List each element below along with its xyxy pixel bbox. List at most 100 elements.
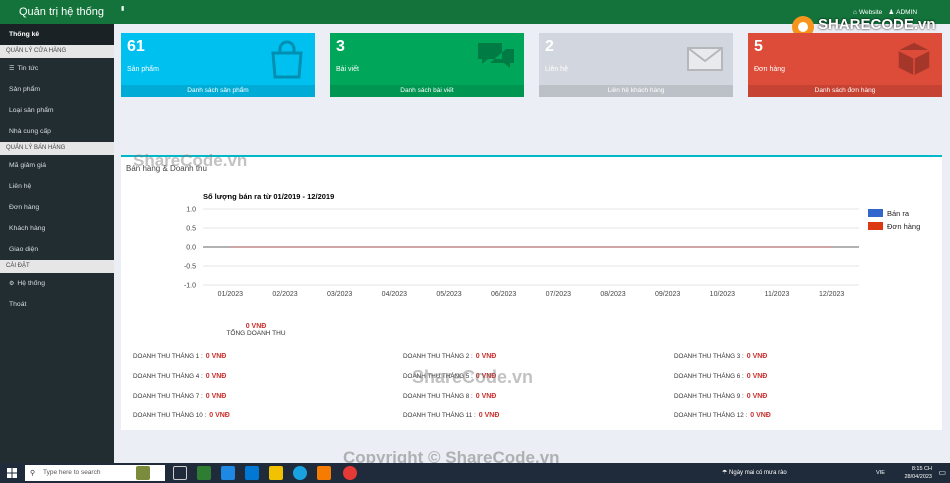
monthly-revenue-row: DOANH THU THÁNG 7 :0 VNĐ (133, 393, 226, 400)
stat-box-orders: 5 Đơn hàng Danh sách đơn hàng (748, 33, 942, 97)
stat-number: 3 (336, 38, 345, 55)
file-explorer-icon[interactable] (269, 466, 283, 480)
sidebar-item-customers[interactable]: Khách hàng (0, 218, 114, 239)
gear-icon: ⚙ (9, 281, 15, 287)
logo-text: SHARECODE.vn (818, 16, 936, 33)
monthly-revenue-label: DOANH THU THÁNG 8 : (403, 393, 473, 400)
orders-list-link[interactable]: Danh sách đơn hàng (748, 85, 942, 97)
shopping-bag-icon (271, 40, 303, 79)
monthly-revenue-label: DOANH THU THÁNG 3 : (674, 353, 744, 360)
products-list-link[interactable]: Danh sách sản phẩm (121, 85, 315, 97)
windows-start-icon[interactable] (7, 468, 17, 478)
sidebar-item-system[interactable]: ⚙ Hệ thống (0, 273, 114, 294)
legend-swatch (868, 222, 883, 230)
sidebar-item-categories[interactable]: Loại sản phẩm (0, 100, 114, 121)
windows-taskbar: Type here to search ⚲ ☂ Ngày mai có mưa … (0, 463, 950, 483)
sidebar-item-suppliers[interactable]: Nhà cung cấp (0, 121, 114, 142)
x-tick-label: 06/2023 (491, 291, 516, 298)
monthly-revenue-label: DOANH THU THÁNG 2 : (403, 353, 473, 360)
sidebar-section-store: QUẢN LÝ CỬA HÀNG (0, 45, 114, 58)
monthly-revenue-row: DOANH THU THÁNG 2 :0 VNĐ (403, 353, 496, 360)
sidebar-item-coupons[interactable]: Mã giảm giá (0, 155, 114, 176)
monthly-revenue-row: DOANH THU THÁNG 6 :0 VNĐ (674, 373, 767, 380)
sidebar-section-sales: QUẢN LÝ BÁN HÀNG (0, 142, 114, 155)
monthly-revenue-label: DOANH THU THÁNG 12 : (674, 412, 748, 419)
monthly-revenue-value: 0 VNĐ (209, 412, 230, 419)
chart-title: Số lượng bán ra từ 01/2019 - 12/2019 (203, 192, 334, 201)
posts-list-link[interactable]: Danh sách bài viết (330, 85, 524, 97)
monthly-revenue-value: 0 VNĐ (746, 393, 768, 400)
sidebar-item-dashboard[interactable]: Thống kê (0, 24, 114, 45)
app-icon[interactable] (136, 466, 150, 480)
monthly-revenue-value: 0 VNĐ (205, 393, 227, 400)
list-icon: ☰ (9, 66, 15, 72)
sidebar-item-orders[interactable]: Đơn hàng (0, 197, 114, 218)
monthly-revenue-value: 0 VNĐ (475, 353, 497, 360)
x-tick-label: 01/2023 (218, 291, 243, 298)
monthly-revenue-row: DOANH THU THÁNG 8 :0 VNĐ (403, 393, 496, 400)
monthly-revenue-value: 0 VNĐ (746, 353, 768, 360)
monthly-revenue-row: DOANH THU THÁNG 12 :0 VNĐ (674, 412, 771, 419)
x-tick-label: 11/2023 (765, 291, 790, 298)
clock-time: 8:15 CH (911, 466, 932, 472)
app-icon[interactable] (221, 466, 235, 480)
revenue-total-amount: 0 VNĐ (245, 323, 267, 330)
monthly-revenue-value: 0 VNĐ (746, 373, 768, 380)
watermark: ShareCode.vn (412, 367, 534, 387)
monthly-revenue-value: 0 VNĐ (750, 412, 771, 419)
sidebar-section-settings: CÀI ĐẶT (0, 260, 114, 273)
envelope-icon (687, 47, 723, 71)
x-tick-label: 05/2023 (436, 291, 461, 298)
edge-icon[interactable] (293, 466, 307, 480)
watermark: ShareCode.vn (133, 151, 248, 170)
comments-icon (478, 43, 514, 68)
stat-box-products: 61 Sản phẩm Danh sách sản phẩm (121, 33, 315, 97)
weather-widget[interactable]: ☂ Ngày mai có mưa rào (722, 469, 787, 476)
monthly-revenue-row: DOANH THU THÁNG 4 :0 VNĐ (133, 373, 226, 380)
monthly-revenue-label: DOANH THU THÁNG 10 : (133, 412, 207, 419)
x-tick-label: 08/2023 (600, 291, 625, 298)
monthly-revenue-label: DOANH THU THÁNG 11 : (403, 412, 476, 419)
monthly-revenue-value: 0 VNĐ (205, 373, 227, 380)
x-tick-label: 03/2023 (327, 291, 352, 298)
monthly-revenue-value: 0 VNĐ (205, 353, 227, 360)
brand-title[interactable]: Quản trị hệ thống (0, 0, 114, 24)
stat-box-posts: 3 Bài viết Danh sách bài viết (330, 33, 524, 97)
legend-label: Đơn hàng (887, 222, 920, 231)
monthly-revenue-value: 0 VNĐ (475, 393, 497, 400)
stat-box-contacts: 2 Liên hệ Liên hệ khách hàng (539, 33, 733, 97)
app-icon[interactable] (197, 466, 211, 480)
x-tick-label: 04/2023 (382, 291, 407, 298)
monthly-revenue-label: DOANH THU THÁNG 7 : (133, 393, 203, 400)
legend-label: Bán ra (887, 209, 910, 218)
stat-number: 5 (754, 38, 763, 55)
sidebar-item-theme[interactable]: Giao diện (0, 239, 114, 260)
sidebar-item-news[interactable]: ☰ Tin tức (0, 58, 114, 79)
cloud-rain-icon: ☂ (722, 470, 730, 476)
monthly-revenue-row: DOANH THU THÁNG 3 :0 VNĐ (674, 353, 767, 360)
monthly-revenue-label: DOANH THU THÁNG 6 : (674, 373, 744, 380)
notification-icon[interactable]: ▭ (938, 468, 946, 477)
x-tick-label: 07/2023 (546, 291, 571, 298)
taskbar-clock[interactable]: 8:15 CH 28/04/2023 (904, 465, 932, 481)
chrome-icon[interactable] (343, 466, 357, 480)
xampp-icon[interactable] (317, 466, 331, 480)
language-indicator[interactable]: VIE (876, 470, 885, 476)
contacts-list-link[interactable]: Liên hệ khách hàng (539, 85, 733, 97)
sidebar-item-contacts[interactable]: Liên hệ (0, 176, 114, 197)
task-view-icon[interactable] (173, 466, 187, 480)
x-tick-label: 12/2023 (819, 291, 844, 298)
monthly-revenue-label: DOANH THU THÁNG 9 : (674, 393, 744, 400)
vscode-icon[interactable] (245, 466, 259, 480)
sidebar-item-logout[interactable]: Thoát (0, 294, 114, 315)
stat-number: 2 (545, 38, 554, 55)
revenue-total: 0 VNĐ TỔNG DOANH THU (221, 323, 291, 337)
cube-icon (897, 41, 931, 77)
y-tick-label: 1.0 (186, 207, 196, 214)
stat-label: Đơn hàng (754, 66, 786, 73)
sidebar-toggle-icon[interactable]: ▮ (121, 5, 124, 12)
sidebar-item-products[interactable]: Sản phẩm (0, 79, 114, 100)
x-tick-label: 02/2023 (272, 291, 297, 298)
search-icon: ⚲ (30, 470, 36, 477)
stat-label: Sản phẩm (127, 66, 159, 73)
